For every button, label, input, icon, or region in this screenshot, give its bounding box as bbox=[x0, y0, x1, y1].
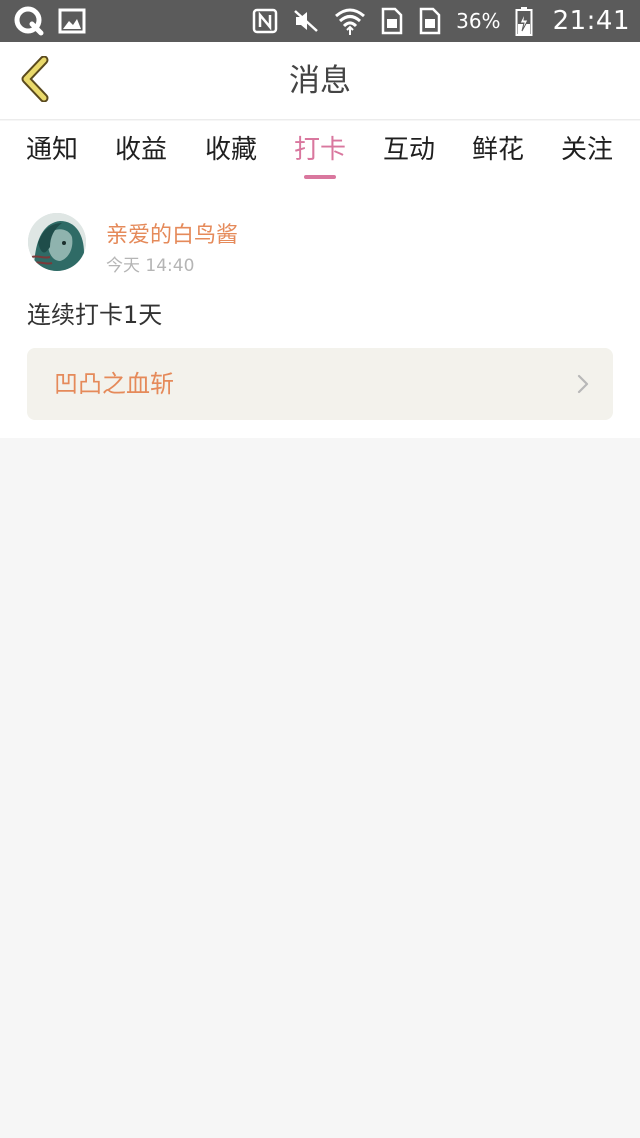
avatar[interactable] bbox=[28, 213, 86, 271]
sim2-icon bbox=[418, 7, 442, 35]
page-title: 消息 bbox=[289, 63, 351, 99]
tab-interactions[interactable]: 互动 bbox=[369, 121, 449, 183]
tab-following[interactable]: 关注 bbox=[547, 121, 627, 183]
status-bar: 36% 21:41 bbox=[0, 0, 640, 42]
tab-label: 收益 bbox=[114, 135, 167, 165]
sender-name[interactable]: 亲爱的白鸟酱 bbox=[106, 217, 238, 249]
tab-flowers[interactable]: 鲜花 bbox=[458, 121, 538, 183]
tab-label: 互动 bbox=[382, 135, 435, 165]
chevron-right-icon bbox=[577, 374, 589, 398]
image-icon bbox=[58, 7, 86, 35]
tab-earnings[interactable]: 收益 bbox=[101, 121, 181, 183]
linked-item-title: 凹凸之血斩 bbox=[54, 370, 174, 398]
sim1-icon bbox=[380, 7, 404, 35]
clock: 21:41 bbox=[552, 6, 630, 36]
tab-label: 打卡 bbox=[293, 135, 346, 165]
tab-checkin[interactable]: 打卡 bbox=[280, 121, 360, 183]
app-q-icon bbox=[14, 6, 44, 36]
linked-item-button[interactable]: 凹凸之血斩 bbox=[27, 348, 613, 420]
header: 消息 bbox=[0, 42, 640, 120]
active-tab-indicator bbox=[304, 175, 336, 179]
tab-label: 关注 bbox=[560, 135, 613, 165]
tab-favorites[interactable]: 收藏 bbox=[191, 121, 271, 183]
mute-icon bbox=[292, 8, 320, 34]
message-time: 今天 14:40 bbox=[106, 256, 195, 276]
wifi-icon bbox=[334, 6, 366, 36]
message-text: 连续打卡1天 bbox=[27, 301, 163, 329]
tab-label: 通知 bbox=[25, 135, 78, 165]
battery-charging-icon bbox=[515, 6, 533, 36]
battery-percent: 36% bbox=[456, 9, 501, 33]
tab-notifications[interactable]: 通知 bbox=[12, 121, 92, 183]
tab-label: 鲜花 bbox=[471, 135, 524, 165]
tab-label: 收藏 bbox=[204, 135, 257, 165]
message-card: 亲爱的白鸟酱 今天 14:40 连续打卡1天 凹凸之血斩 bbox=[0, 183, 640, 438]
status-bar-left bbox=[14, 6, 86, 36]
tab-bar: 通知 收益 收藏 打卡 互动 鲜花 关注 bbox=[0, 121, 640, 183]
status-bar-right: 36% 21:41 bbox=[252, 6, 630, 36]
nfc-icon bbox=[252, 8, 278, 34]
